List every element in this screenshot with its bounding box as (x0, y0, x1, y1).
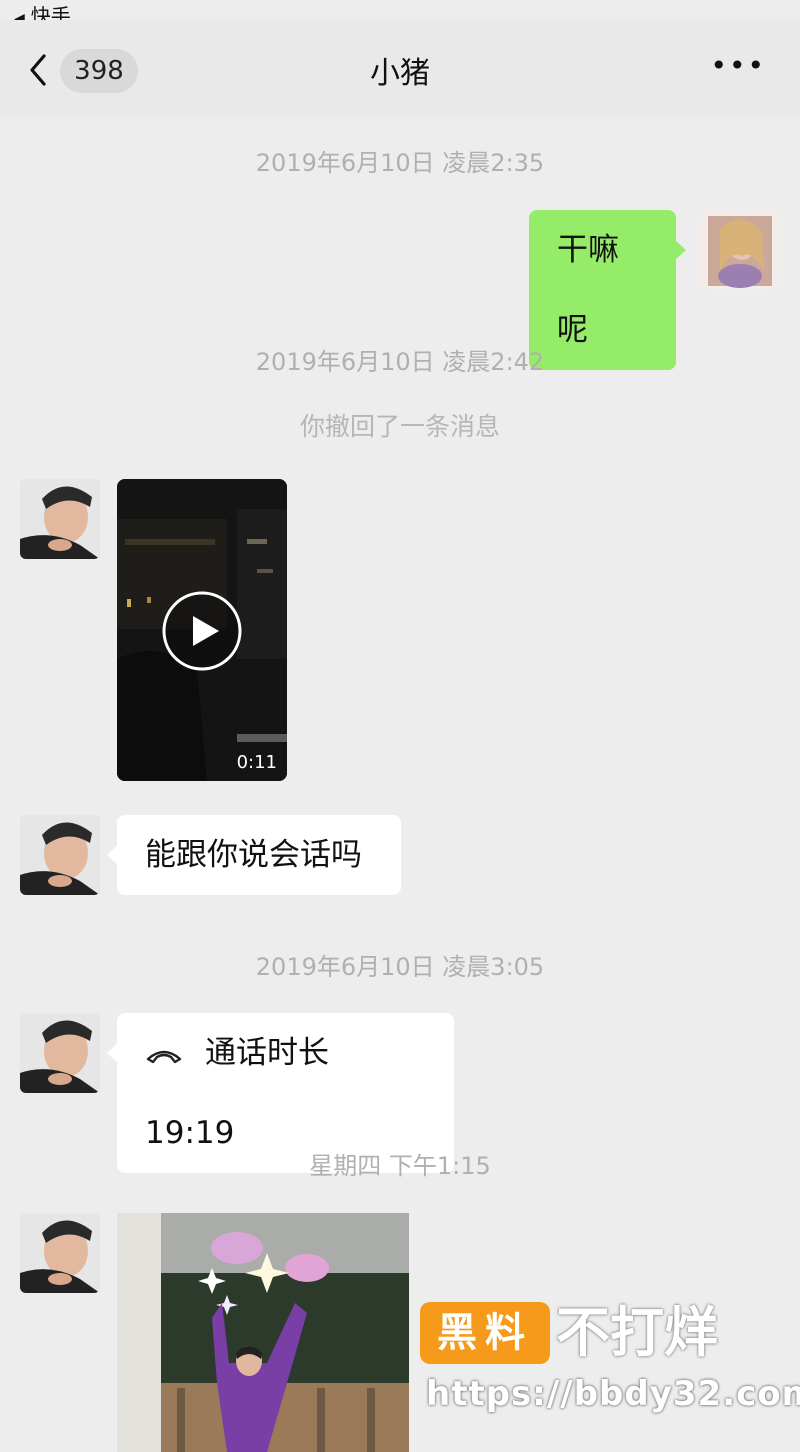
contact-avatar[interactable] (20, 815, 100, 895)
watermark-badge: 黑料 (420, 1302, 550, 1364)
contact-avatar[interactable] (20, 1013, 100, 1093)
watermark-text: 不打烊 (556, 1301, 718, 1364)
timestamp: 星期四 下午1:15 (309, 1152, 491, 1180)
timestamp: 2019年6月10日 凌晨2:42 (255, 348, 545, 376)
play-icon[interactable] (161, 590, 243, 672)
contact-avatar[interactable] (20, 479, 100, 559)
contact-avatar-image (20, 1013, 100, 1093)
watermark-url: https://bbdy32.com (426, 1374, 800, 1414)
image-thumbnail (117, 1213, 409, 1452)
more-icon[interactable]: ••• (710, 52, 766, 80)
timestamp: 2019年6月10日 凌晨3:05 (255, 953, 545, 981)
contact-avatar[interactable] (20, 1213, 100, 1293)
contact-avatar-image (20, 1213, 100, 1293)
recall-notice: 你撤回了一条消息 (299, 412, 500, 441)
video-duration: 0:11 (236, 752, 277, 773)
received-message-bubble[interactable]: 能跟你说会话吗 (107, 815, 401, 895)
image-message[interactable] (117, 1213, 409, 1452)
my-avatar[interactable] (700, 210, 780, 290)
phone-icon (146, 1050, 182, 1063)
my-avatar-image (700, 210, 780, 290)
contact-avatar-image (20, 815, 100, 895)
timestamp: 2019年6月10日 凌晨2:35 (255, 149, 545, 177)
watermark: 黑料 不打烊 https://bbdy32.com (420, 1300, 800, 1420)
contact-avatar-image (20, 479, 100, 559)
video-message[interactable]: 0:11 (117, 479, 287, 781)
chat-header: 398 小猪 ••• (0, 20, 800, 116)
chat-title: 小猪 (370, 56, 430, 91)
